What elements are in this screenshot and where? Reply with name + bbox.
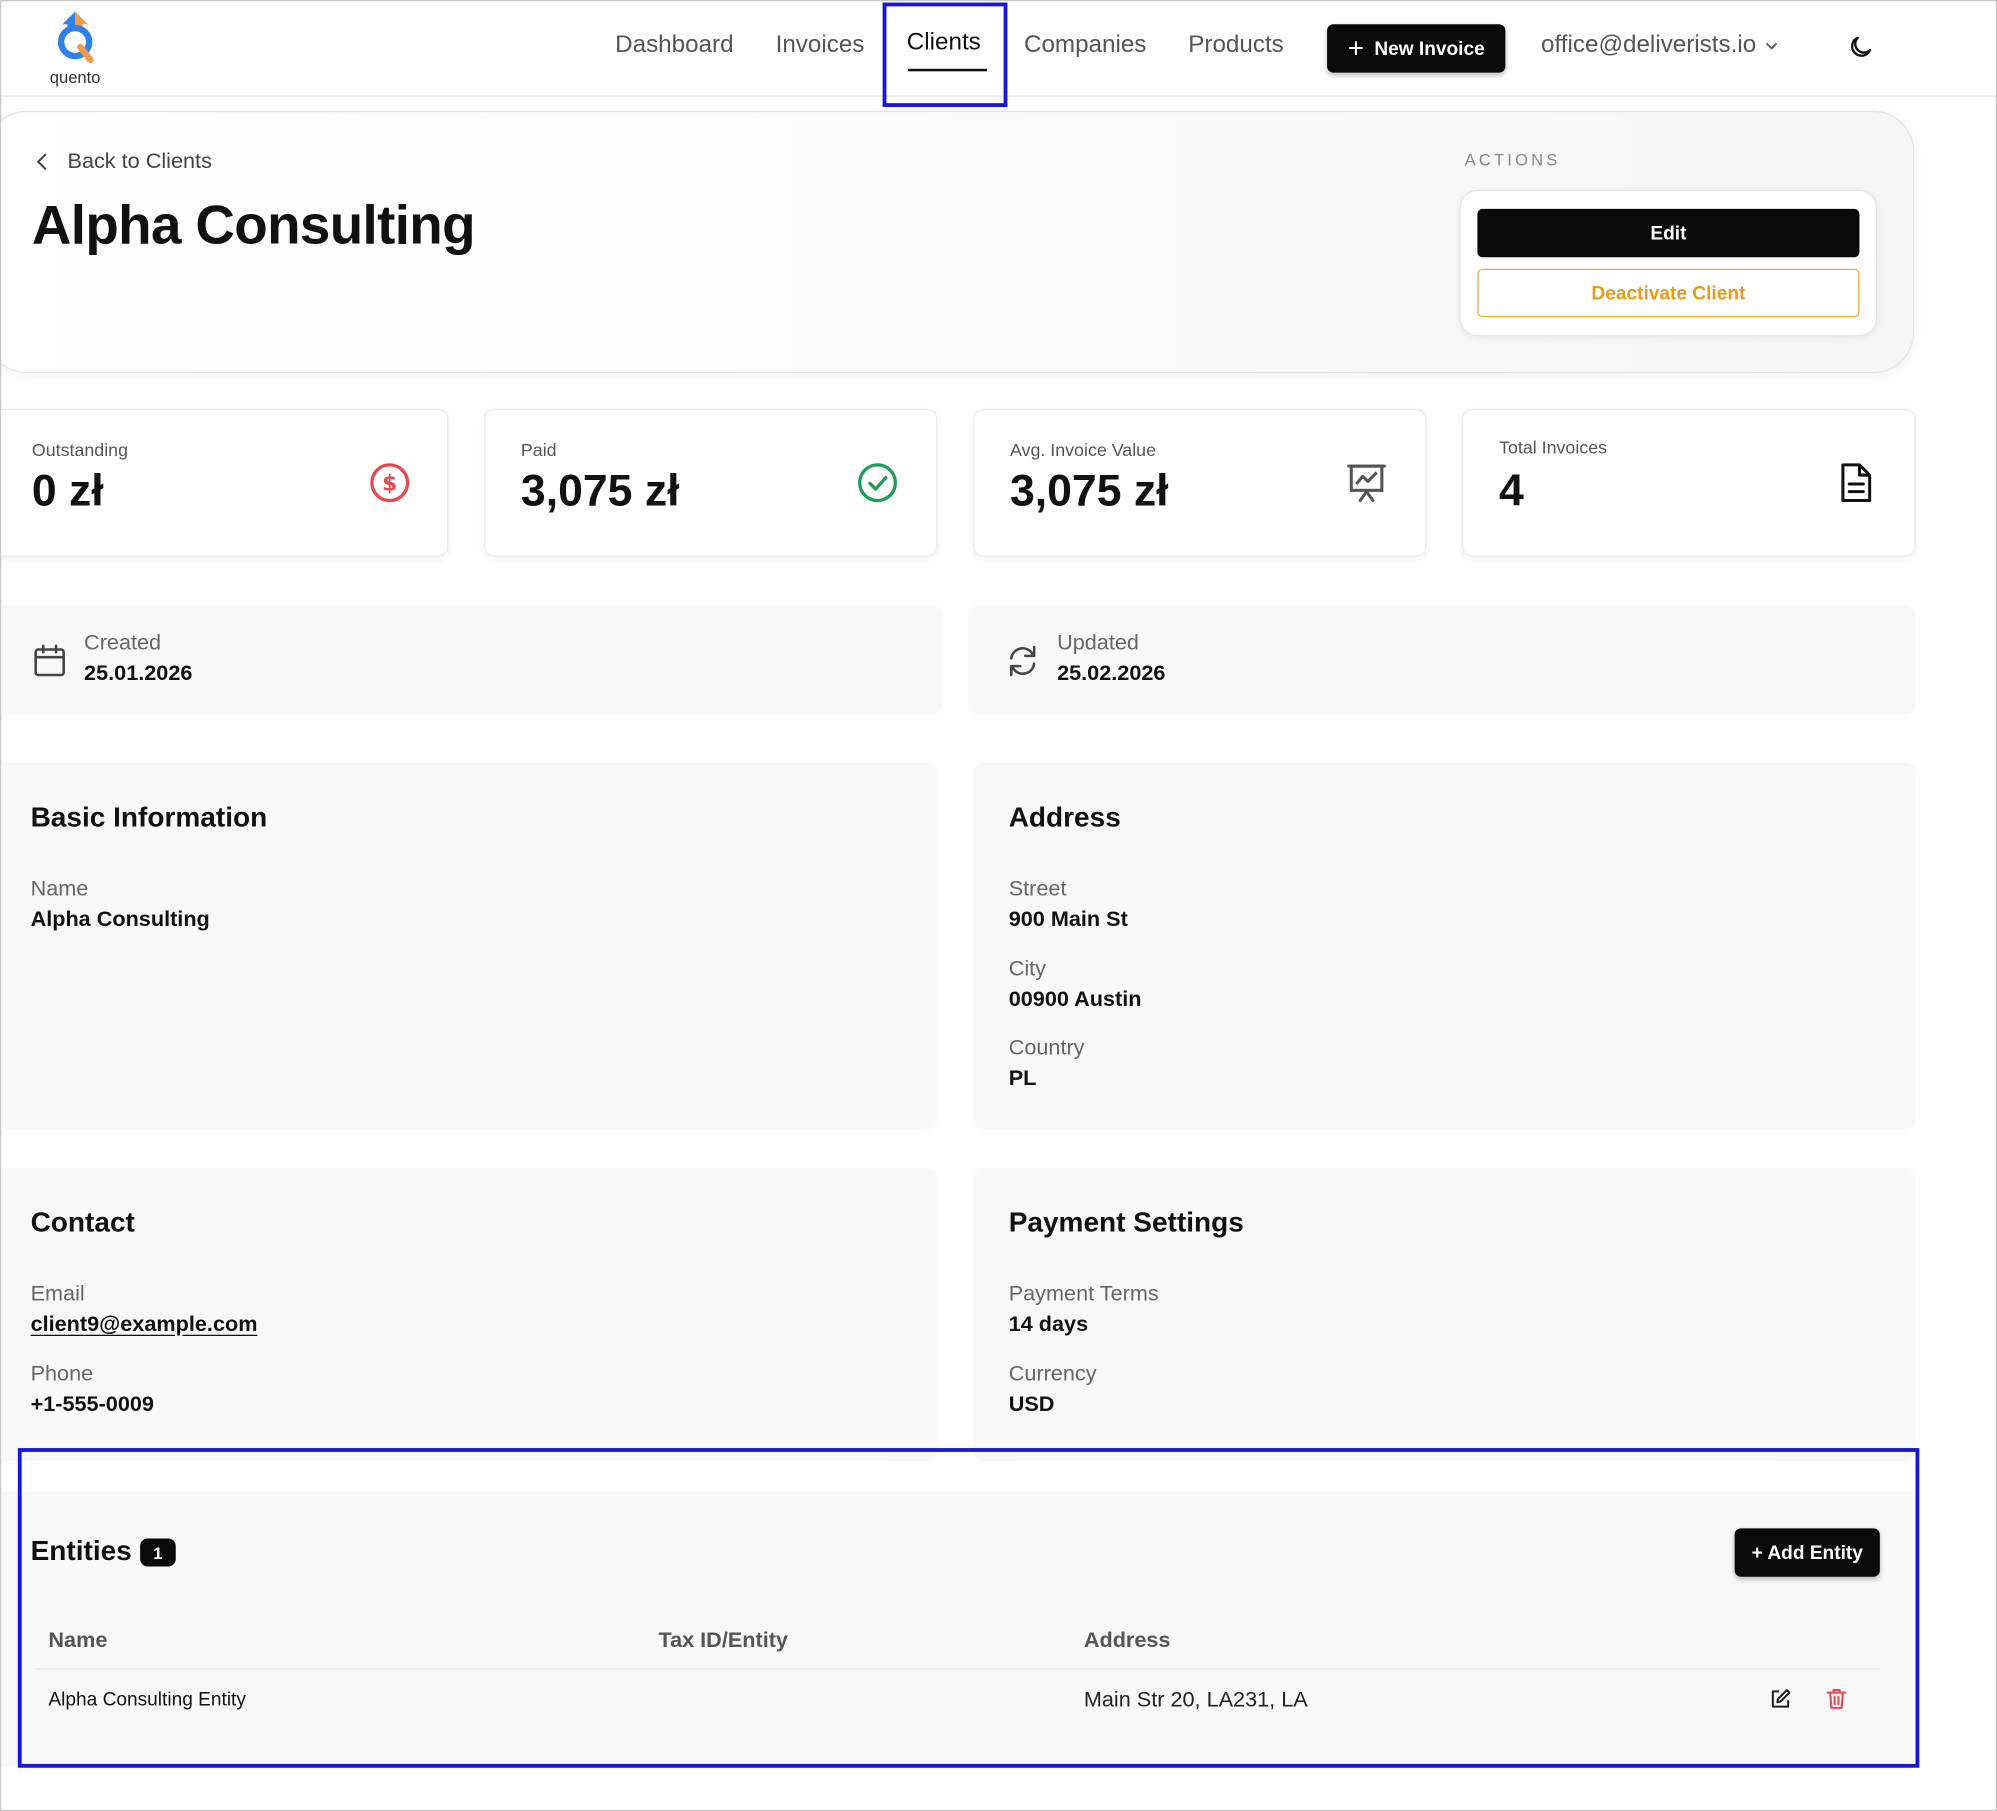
moon-icon[interactable] — [1847, 33, 1875, 61]
plus-icon: + — [1347, 31, 1365, 64]
deactivate-client-button[interactable]: Deactivate Client — [1477, 268, 1860, 318]
updated-label: Updated — [1057, 630, 1139, 655]
user-email: office@deliverists.io — [1541, 31, 1757, 59]
name-value: Alpha Consulting — [30, 906, 210, 932]
back-to-clients-link[interactable]: Back to Clients — [34, 149, 212, 174]
brand-logo[interactable]: quento — [39, 9, 110, 87]
edit-button[interactable]: Edit — [1477, 208, 1860, 258]
currency-value: USD — [1008, 1392, 1055, 1417]
app-window: quento Dashboard Invoices Clients Compan… — [0, 0, 1997, 1811]
updated-value: 25.02.2026 — [1057, 660, 1166, 686]
calendar-icon — [34, 644, 65, 677]
stat-label: Outstanding — [31, 439, 128, 460]
payment-settings-card: Payment Settings Payment Terms 14 days C… — [973, 1167, 1916, 1461]
svg-text:$: $ — [382, 471, 397, 496]
new-invoice-label: New Invoice — [1374, 37, 1485, 60]
payment-terms-label: Payment Terms — [1008, 1281, 1159, 1306]
presentation-chart-icon — [1347, 464, 1386, 503]
country-value: PL — [1008, 1066, 1037, 1091]
created-value: 25.01.2026 — [84, 660, 193, 686]
phone-value: +1-555-0009 — [30, 1392, 154, 1417]
highlight-box-clients — [882, 2, 1008, 107]
highlight-box-entities — [17, 1448, 1920, 1768]
stat-value: 4 — [1499, 466, 1524, 516]
section-title: Contact — [30, 1206, 135, 1238]
chevron-down-icon — [1765, 42, 1778, 50]
section-title: Payment Settings — [1008, 1206, 1244, 1238]
stat-value: 0 zł — [31, 466, 104, 516]
nav-dashboard[interactable]: Dashboard — [615, 32, 733, 60]
phone-label: Phone — [30, 1361, 94, 1386]
stat-value: 3,075 zł — [1009, 466, 1169, 516]
address-card: Address Street 900 Main St City 00900 Au… — [973, 762, 1916, 1130]
stat-label: Paid — [520, 439, 557, 460]
new-invoice-button[interactable]: + New Invoice — [1327, 24, 1506, 73]
section-title: Address — [1008, 801, 1121, 833]
nav-invoices[interactable]: Invoices — [776, 32, 865, 60]
created-label: Created — [84, 630, 162, 655]
logo-text: quento — [49, 67, 101, 87]
name-label: Name — [30, 876, 89, 901]
updated-card: Updated 25.02.2026 — [967, 604, 1916, 715]
refresh-icon — [1009, 645, 1036, 677]
stat-label: Total Invoices — [1499, 436, 1608, 458]
document-icon — [1841, 463, 1872, 503]
nav-products[interactable]: Products — [1188, 32, 1284, 60]
back-label: Back to Clients — [67, 149, 212, 174]
quento-logo-icon — [57, 11, 94, 64]
stat-card-avg-invoice: Avg. Invoice Value 3,075 zł — [973, 408, 1427, 557]
user-menu[interactable]: office@deliverists.io — [1541, 32, 1779, 60]
section-title: Basic Information — [30, 801, 268, 833]
contact-card: Contact Email client9@example.com Phone … — [1, 1167, 938, 1461]
email-label: Email — [30, 1281, 85, 1306]
check-circle-icon — [858, 463, 897, 503]
email-link[interactable]: client9@example.com — [31, 1312, 258, 1337]
street-value: 900 Main St — [1008, 906, 1128, 932]
country-label: Country — [1008, 1035, 1085, 1060]
payment-terms-value: 14 days — [1008, 1311, 1089, 1337]
city-label: City — [1008, 956, 1046, 981]
created-card: Created 25.01.2026 — [1, 604, 943, 715]
stat-label: Avg. Invoice Value — [1009, 439, 1157, 460]
basic-information-card: Basic Information Name Alpha Consulting — [1, 762, 938, 1130]
stat-card-outstanding: Outstanding 0 zł $ — [1, 408, 449, 557]
stat-value: 3,075 zł — [520, 466, 680, 516]
dollar-circle-icon: $ — [370, 463, 410, 503]
actions-heading: ACTIONS — [1464, 150, 1561, 170]
city-value: 00900 Austin — [1008, 987, 1142, 1012]
stat-card-total-invoices: Total Invoices 4 — [1462, 408, 1916, 557]
page-title: Alpha Consulting — [31, 194, 476, 256]
street-label: Street — [1008, 876, 1067, 901]
currency-label: Currency — [1008, 1361, 1097, 1386]
nav-companies[interactable]: Companies — [1024, 32, 1146, 60]
stat-card-paid: Paid 3,075 zł — [483, 408, 938, 557]
chevron-left-icon — [36, 153, 47, 171]
